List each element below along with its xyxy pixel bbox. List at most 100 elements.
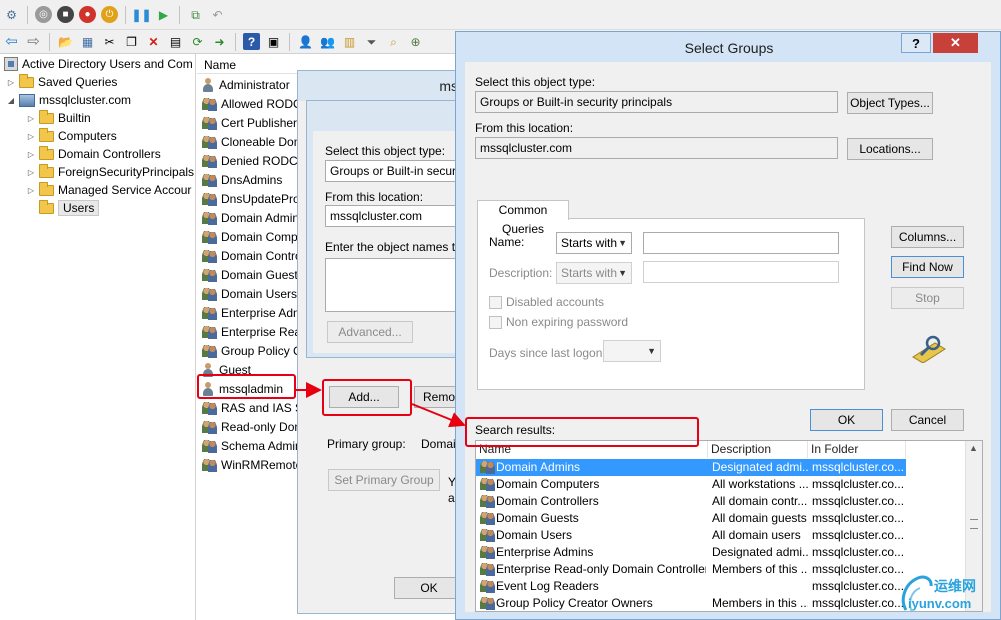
column-header-in-folder[interactable]: In Folder	[808, 441, 906, 458]
find-icon[interactable]: ⌕	[385, 33, 402, 50]
list-item[interactable]: Read-only Dom	[201, 417, 304, 436]
tree-item-saved-queries[interactable]: ▷ Saved Queries	[6, 73, 117, 91]
tab-common-queries[interactable]: Common Queries	[477, 200, 569, 236]
undo-icon[interactable]: ↶	[209, 6, 226, 23]
tree-root[interactable]: Active Directory Users and Com	[4, 55, 193, 73]
delete-icon[interactable]: ✕	[145, 33, 162, 50]
properties-icon[interactable]: ▤	[167, 33, 184, 50]
list-item-label: Group Policy C	[221, 343, 302, 358]
record-icon[interactable]: ●	[79, 6, 96, 23]
tree-item-domain[interactable]: ◢ mssqlcluster.com	[6, 91, 131, 109]
list-item[interactable]: Allowed RODC	[201, 94, 302, 113]
list-item[interactable]: Domain Guests	[201, 265, 304, 284]
folder-icon	[19, 73, 34, 88]
cancel-button[interactable]: Cancel	[891, 409, 964, 431]
filter-icon[interactable]: ⏷	[363, 33, 380, 50]
scroll-thumb[interactable]	[970, 519, 978, 529]
list-item[interactable]: Group Policy C	[201, 341, 302, 360]
list-item[interactable]: Enterprise Read	[201, 322, 308, 341]
play-icon[interactable]: ▶	[155, 6, 172, 23]
up-folder-icon[interactable]: 📂	[57, 33, 74, 50]
find-now-button[interactable]: Find Now	[891, 256, 964, 278]
expand-icon[interactable]: ▷	[6, 78, 16, 87]
table-row[interactable]: Domain Admins Designated admi... mssqlclus…	[476, 459, 906, 476]
list-item[interactable]: Enterprise Admi	[201, 303, 306, 322]
description-input[interactable]	[643, 261, 839, 283]
expand-icon[interactable]: ▷	[26, 168, 36, 177]
view-icon[interactable]: ▣	[265, 33, 282, 50]
help-icon[interactable]: ?	[243, 33, 260, 50]
object-names-input[interactable]	[325, 258, 473, 312]
description-mode-select[interactable]: Starts with ▼	[556, 262, 632, 284]
collapse-icon[interactable]: ◢	[6, 96, 16, 105]
non-expiring-password-checkbox[interactable]: Non expiring password	[489, 315, 628, 329]
tree-item-builtin[interactable]: ▷ Builtin	[26, 109, 91, 127]
new-ou-icon[interactable]: ▥	[341, 33, 358, 50]
table-row[interactable]: Domain Users All domain users mssqlcluster…	[476, 527, 966, 544]
name-mode-select[interactable]: Starts with ▼	[556, 232, 632, 254]
list-item[interactable]: DnsUpdatePro	[201, 189, 300, 208]
columns-button[interactable]: Columns...	[891, 226, 964, 248]
cut-icon[interactable]: ✂	[101, 33, 118, 50]
copy-icon[interactable]: ❐	[123, 33, 140, 50]
list-item[interactable]: Schema Admin	[201, 436, 302, 455]
stop-icon[interactable]: ■	[57, 6, 74, 23]
table-row[interactable]: Domain Controllers All domain contr... mss…	[476, 493, 966, 510]
advanced-button[interactable]: Advanced...	[327, 321, 413, 343]
show-hide-tree-icon[interactable]: ▦	[79, 33, 96, 50]
table-row[interactable]: Domain Guests All domain guests mssqlclust…	[476, 510, 966, 527]
table-row[interactable]: Group Policy Creator Owners Members in th…	[476, 595, 966, 611]
list-item[interactable]: Cloneable Dom	[201, 132, 304, 151]
list-item[interactable]: DnsAdmins	[201, 170, 282, 189]
disconnect-icon[interactable]: ◎	[35, 6, 52, 23]
close-button[interactable]: ✕	[933, 33, 978, 53]
table-row[interactable]: Domain Computers All workstations ... mssq…	[476, 476, 966, 493]
tree-item-foreign-security[interactable]: ▷ ForeignSecurityPrincipals	[26, 163, 194, 181]
list-item[interactable]: Domain Admin	[201, 208, 299, 227]
table-row[interactable]: Event Log Readers mssqlcluster.co...	[476, 578, 966, 595]
disabled-accounts-checkbox[interactable]: Disabled accounts	[489, 295, 604, 309]
tree-item-computers[interactable]: ▷ Computers	[26, 127, 117, 145]
refresh-icon[interactable]: ⟳	[189, 33, 206, 50]
list-item[interactable]: Domain Users	[201, 284, 297, 303]
tree-item-domain-controllers[interactable]: ▷ Domain Controllers	[26, 145, 161, 163]
list-item[interactable]: Denied RODC	[201, 151, 298, 170]
expand-icon[interactable]: ▷	[26, 132, 36, 141]
table-row[interactable]: Enterprise Read-only Domain Controllers M…	[476, 561, 966, 578]
forward-icon[interactable]: ⇨	[25, 33, 42, 50]
snapshot-icon[interactable]: ⧉	[187, 6, 204, 23]
locations-button[interactable]: Locations...	[847, 138, 933, 160]
expand-icon[interactable]: ▷	[26, 150, 36, 159]
ok-button[interactable]: OK	[394, 577, 464, 599]
help-button[interactable]: ?	[901, 33, 931, 53]
server-manager-icon[interactable]: ⚙	[3, 6, 20, 23]
list-item[interactable]: Domain Contro	[201, 246, 302, 265]
days-since-logon-select[interactable]: ▼	[603, 340, 661, 362]
stop-button[interactable]: Stop	[891, 287, 964, 309]
list-item[interactable]: Cert Publishers	[201, 113, 303, 132]
scroll-up-icon[interactable]: ▲	[969, 443, 978, 453]
back-icon[interactable]: ⇦	[3, 33, 20, 50]
table-row[interactable]: Enterprise Admins Designated admi... mssql…	[476, 544, 966, 561]
pause-icon[interactable]: ❚❚	[131, 6, 151, 23]
ok-button[interactable]: OK	[810, 409, 883, 431]
list-item[interactable]: WinRMRemote	[201, 455, 302, 474]
users-icon[interactable]: 👤	[297, 33, 314, 50]
column-header-description[interactable]: Description	[708, 441, 808, 458]
list-item[interactable]: RAS and IAS Se	[201, 398, 310, 417]
object-types-button[interactable]: Object Types...	[847, 92, 933, 114]
set-primary-group-button[interactable]: Set Primary Group	[328, 469, 440, 491]
expand-icon[interactable]: ▷	[26, 186, 36, 195]
groups-icon[interactable]: 👥	[319, 33, 336, 50]
power-icon[interactable]: ⏻	[101, 6, 118, 23]
group-icon	[201, 173, 217, 187]
add-to-group-icon[interactable]: ⊕	[407, 33, 424, 50]
list-item[interactable]: Administrator	[201, 75, 290, 94]
list-item[interactable]: Domain Comp	[201, 227, 298, 246]
expand-icon[interactable]: ▷	[26, 114, 36, 123]
tree-item-managed-service[interactable]: ▷ Managed Service Accour	[26, 181, 191, 199]
export-icon[interactable]: ➜	[211, 33, 228, 50]
tree-item-users[interactable]: Users	[36, 199, 100, 217]
group-icon	[201, 211, 217, 225]
name-input[interactable]	[643, 232, 839, 254]
